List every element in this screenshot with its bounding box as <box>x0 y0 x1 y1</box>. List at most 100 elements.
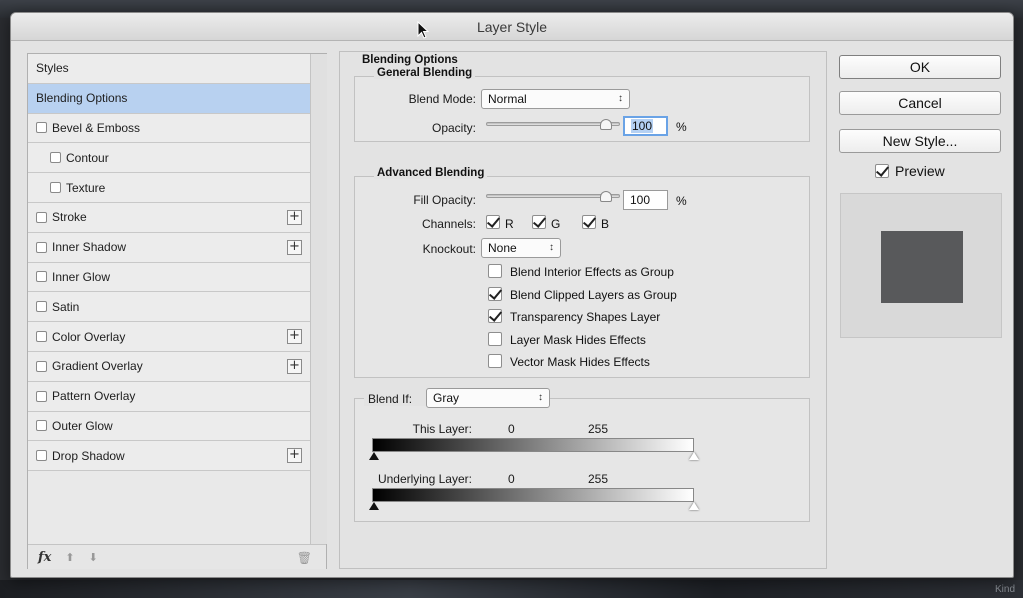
style-item-outer-glow[interactable]: Outer Glow <box>28 411 310 442</box>
layer-mask-hides-effects-checkbox[interactable] <box>488 331 502 346</box>
preview-checkbox[interactable] <box>875 164 889 178</box>
style-item-contour[interactable]: Contour <box>28 143 310 174</box>
this-layer-max: 255 <box>588 422 609 436</box>
canvas-backdrop-bottom <box>0 580 1023 598</box>
this-layer-label: This Layer: <box>412 422 472 436</box>
new-style-button[interactable]: New Style... <box>839 129 1001 153</box>
style-item-label: Blending Options <box>36 91 128 106</box>
style-checkbox[interactable] <box>36 390 47 402</box>
style-item-satin[interactable]: Satin <box>28 292 310 323</box>
this-layer-black-stop[interactable] <box>369 452 379 460</box>
blend-if-group <box>354 398 810 522</box>
opacity-percent-label: % <box>676 120 687 134</box>
fill-opacity-input[interactable]: 100 <box>623 190 668 210</box>
style-checkbox[interactable] <box>36 360 47 372</box>
underlying-layer-label: Underlying Layer: <box>377 472 472 486</box>
style-item-bevel-emboss[interactable]: Bevel & Emboss <box>28 113 310 144</box>
style-checkbox[interactable] <box>50 152 61 164</box>
preview-box <box>840 193 1002 338</box>
add-effect-plus-icon[interactable]: + <box>287 209 302 225</box>
add-effect-plus-icon[interactable]: + <box>287 448 302 464</box>
fill-opacity-slider-thumb[interactable] <box>600 191 612 202</box>
style-item-inner-glow[interactable]: Inner Glow <box>28 262 310 293</box>
preview-label: Preview <box>895 163 945 179</box>
blend-if-select[interactable]: Gray ↕ <box>426 388 550 408</box>
style-item-gradient-overlay[interactable]: Gradient Overlay + <box>28 351 310 382</box>
trash-icon[interactable]: 🗑 <box>297 551 312 565</box>
blending-options-title: Blending Options <box>362 54 458 66</box>
cancel-button[interactable]: Cancel <box>839 91 1001 115</box>
knockout-value: None <box>488 241 517 255</box>
move-down-icon[interactable]: ⬇ <box>89 551 98 564</box>
styles-footer: fx ⬆ ⬇ 🗑 <box>28 544 326 569</box>
this-layer-min: 0 <box>508 422 515 436</box>
style-checkbox[interactable] <box>36 331 47 343</box>
style-item-drop-shadow[interactable]: Drop Shadow + <box>28 441 310 472</box>
underlying-layer-white-stop[interactable] <box>689 502 699 510</box>
style-item-color-overlay[interactable]: Color Overlay + <box>28 322 310 352</box>
style-item-label: Bevel & Emboss <box>52 120 141 135</box>
fx-menu-icon[interactable]: fx <box>38 550 51 565</box>
style-item-label: Gradient Overlay <box>52 359 143 374</box>
add-effect-plus-icon[interactable]: + <box>287 239 302 255</box>
preview-swatch <box>881 231 963 303</box>
style-item-label: Stroke <box>52 210 87 225</box>
style-item-stroke[interactable]: Stroke + <box>28 202 310 233</box>
channel-r-label: R <box>505 217 514 231</box>
styles-header[interactable]: Styles <box>28 54 310 84</box>
styles-list-scrollbar[interactable] <box>310 54 327 544</box>
advanced-blending-title: Advanced Blending <box>374 167 488 179</box>
title-bar[interactable]: Layer Style <box>11 13 1013 41</box>
style-checkbox[interactable] <box>36 420 47 432</box>
blend-clipped-layers-as-group-checkbox[interactable] <box>488 286 502 301</box>
style-checkbox[interactable] <box>36 122 47 134</box>
layer-mask-hides-effects-label: Layer Mask Hides Effects <box>510 332 646 347</box>
knockout-select[interactable]: None ↕ <box>481 238 561 258</box>
style-item-inner-shadow[interactable]: Inner Shadow + <box>28 232 310 263</box>
blend-mode-select[interactable]: Normal ↕ <box>481 89 630 109</box>
opacity-input[interactable]: 100 <box>623 116 668 136</box>
style-checkbox[interactable] <box>50 182 61 194</box>
style-checkbox[interactable] <box>36 450 47 462</box>
style-item-label: Inner Glow <box>52 269 111 284</box>
style-checkbox[interactable] <box>36 301 47 313</box>
style-item-pattern-overlay[interactable]: Pattern Overlay <box>28 381 310 412</box>
style-item-label: Contour <box>66 150 109 165</box>
channel-g-checkbox[interactable] <box>532 215 546 229</box>
dialog-title: Layer Style <box>476 19 548 35</box>
select-arrows-icon: ↕ <box>618 93 623 104</box>
general-blending-title: General Blending <box>374 67 476 79</box>
style-item-label: Color Overlay <box>52 329 126 344</box>
ok-button[interactable]: OK <box>839 55 1001 79</box>
transparency-shapes-layer-checkbox[interactable] <box>488 309 502 323</box>
blend-interior-effects-as-group-label: Blend Interior Effects as Group <box>510 265 674 279</box>
opacity-value: 100 <box>631 119 654 133</box>
underlying-layer-min: 0 <box>508 472 515 486</box>
select-arrows-icon: ↕ <box>538 392 543 403</box>
channels-label: Channels: <box>421 217 476 231</box>
style-item-texture[interactable]: Texture <box>28 173 310 203</box>
vector-mask-hides-effects-checkbox[interactable] <box>488 354 502 368</box>
style-checkbox[interactable] <box>36 241 47 253</box>
add-effect-plus-icon[interactable]: + <box>287 329 302 345</box>
channel-b-checkbox[interactable] <box>582 215 596 229</box>
channel-b-label: B <box>601 217 610 231</box>
style-item-blending-options[interactable]: Blending Options <box>28 83 310 114</box>
style-item-label: Outer Glow <box>52 418 113 433</box>
underlying-layer-gradient <box>372 488 694 502</box>
this-layer-white-stop[interactable] <box>689 452 699 460</box>
opacity-label: Opacity: <box>431 121 476 135</box>
style-item-label: Pattern Overlay <box>52 389 136 404</box>
move-up-icon[interactable]: ⬆ <box>65 551 74 564</box>
add-effect-plus-icon[interactable]: + <box>287 358 302 374</box>
style-checkbox[interactable] <box>36 271 47 283</box>
blend-if-value: Gray <box>433 391 460 405</box>
underlying-layer-black-stop[interactable] <box>369 502 379 510</box>
style-checkbox[interactable] <box>36 211 47 223</box>
blend-interior-effects-as-group-checkbox[interactable] <box>488 264 502 278</box>
opacity-slider-thumb[interactable] <box>600 119 612 130</box>
blending-options-panel: Blending Options General Blending Blend … <box>339 51 827 569</box>
styles-list: Styles Blending Options Bevel & Emboss Con… <box>28 54 310 472</box>
layer-style-dialog: Layer Style Styles Blending Options Bevel… <box>10 12 1014 578</box>
channel-r-checkbox[interactable] <box>486 215 500 229</box>
